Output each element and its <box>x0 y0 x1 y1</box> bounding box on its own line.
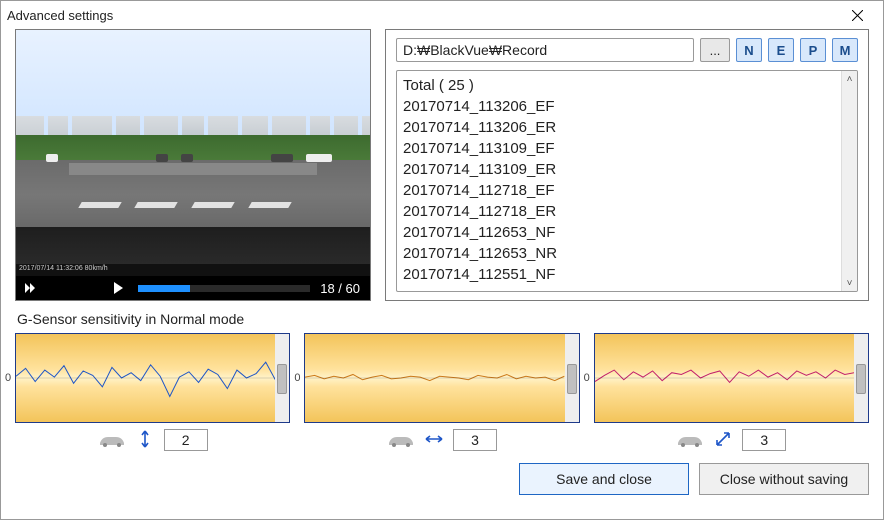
gsensor-x-graph <box>15 333 290 423</box>
axis-zero-label: 0 <box>5 372 11 384</box>
telemetry-overlay: 2017/07/14 11:32:06 80km/h <box>16 264 370 276</box>
frame-counter: 18 / 60 <box>316 281 370 296</box>
gsensor-z-slider[interactable] <box>854 334 868 422</box>
gsensor-y-slider[interactable] <box>565 334 579 422</box>
play-icon <box>114 282 123 294</box>
list-item[interactable]: 20170714_113109_EF <box>403 138 835 159</box>
list-item[interactable]: 20170714_112653_NF <box>403 222 835 243</box>
list-item[interactable]: 20170714_113109_ER <box>403 159 835 180</box>
advanced-settings-window: Advanced settings <box>0 0 884 520</box>
video-preview: 2017/07/14 11:32:06 80km/h 18 / 60 <box>15 29 371 301</box>
loop-icon[interactable] <box>16 276 44 300</box>
sensor-section-label: G-Sensor sensitivity in Normal mode <box>17 311 869 327</box>
file-list: Total ( 25 ) 20170714_113206_EF 20170714… <box>396 70 858 292</box>
filter-p-button[interactable]: P <box>800 38 826 62</box>
list-item[interactable]: 20170714_112718_ER <box>403 201 835 222</box>
filter-n-button[interactable]: N <box>736 38 762 62</box>
chevron-down-icon[interactable]: ˅ <box>842 275 857 291</box>
close-icon <box>852 10 863 21</box>
chevron-up-icon[interactable]: ˄ <box>842 71 857 87</box>
car-icon <box>387 433 415 447</box>
progress-bar[interactable] <box>138 285 310 292</box>
list-item[interactable]: 20170714_113206_EF <box>403 96 835 117</box>
list-item[interactable]: 20170714_112551_NF <box>403 264 835 285</box>
gsensor-y-value[interactable]: 3 <box>453 429 497 451</box>
filter-m-button[interactable]: M <box>832 38 858 62</box>
close-button[interactable] <box>837 1 877 29</box>
content: 2017/07/14 11:32:06 80km/h 18 / 60 D:₩Bl… <box>1 29 883 519</box>
close-without-saving-button[interactable]: Close without saving <box>699 463 869 495</box>
filter-e-button[interactable]: E <box>768 38 794 62</box>
file-list-total: Total ( 25 ) <box>403 75 835 96</box>
gsensor-z-value[interactable]: 3 <box>742 429 786 451</box>
save-and-close-button[interactable]: Save and close <box>519 463 689 495</box>
list-item[interactable]: 20170714_112718_EF <box>403 180 835 201</box>
browse-button[interactable]: ... <box>700 38 730 62</box>
video-controls: 18 / 60 <box>16 276 370 300</box>
y-axis-icon <box>425 430 443 451</box>
list-item[interactable]: 20170714_113206_ER <box>403 117 835 138</box>
file-panel: D:₩BlackVue₩Record ... N E P M Total ( 2… <box>385 29 869 301</box>
list-item[interactable]: 20170714_112653_NR <box>403 243 835 264</box>
axis-zero-label: 0 <box>294 372 300 384</box>
gsensor-z-graph <box>594 333 869 423</box>
x-axis-icon <box>136 430 154 451</box>
car-icon <box>98 433 126 447</box>
play-button[interactable] <box>104 276 132 300</box>
z-axis-icon <box>714 430 732 451</box>
record-path-input[interactable]: D:₩BlackVue₩Record <box>396 38 694 62</box>
window-title: Advanced settings <box>7 8 837 23</box>
axis-zero-label: 0 <box>584 372 590 384</box>
file-list-scrollbar[interactable]: ˄ ˅ <box>841 71 857 291</box>
gsensor-y-graph <box>304 333 579 423</box>
gsensor-x-slider[interactable] <box>275 334 289 422</box>
gsensor-x-value[interactable]: 2 <box>164 429 208 451</box>
car-icon <box>676 433 704 447</box>
titlebar: Advanced settings <box>1 1 883 29</box>
